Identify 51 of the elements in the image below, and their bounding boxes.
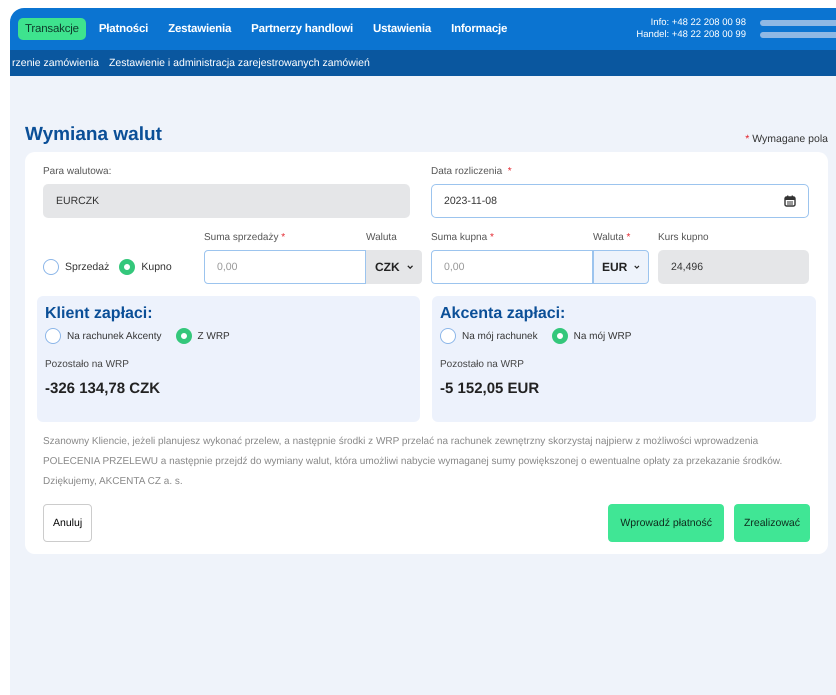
notice-text: Szanowny Kliencie, jeżeli planujesz wykonać przelew, a następnie środki z WRP przelać na rachunek zewnętrzny skorzystaj najpierw z możliwości wprowadzenia POLECENIA PRZELEWU a następnie przejdź do wymiany walut, która umożliwi nabycie wymaganej sumy powiększonej o ewentualne opłaty za przekazanie środków. Dziękujemy, AKCENTA CZ a. s. bbox=[43, 435, 784, 489]
radio-icon[interactable] bbox=[440, 328, 456, 344]
calendar-icon[interactable] bbox=[784, 195, 796, 207]
nav-tab[interactable]: Informacje bbox=[444, 18, 514, 40]
chevron-down-icon bbox=[634, 264, 640, 270]
panel-title: Klient zapłaci: bbox=[45, 305, 154, 323]
action-button[interactable]: Anuluj bbox=[43, 504, 92, 542]
buy-amount-field[interactable]: 0,00 bbox=[431, 250, 593, 284]
field-label: Para walutowa: bbox=[43, 166, 112, 179]
nav-tab[interactable]: Płatności bbox=[92, 18, 156, 40]
radio-option[interactable]: Na mój rachunek bbox=[440, 328, 538, 344]
nav-tab[interactable]: Transakcje bbox=[18, 18, 86, 40]
radio-option[interactable]: Na mój WRP bbox=[552, 328, 632, 344]
contact-phone: Handel: +48 22 208 00 99 bbox=[636, 29, 746, 41]
radio-option[interactable]: Sprzedaż bbox=[43, 259, 110, 275]
currency-select[interactable]: EUR bbox=[593, 250, 649, 284]
nav-tab[interactable]: Partnerzy handlowi bbox=[244, 18, 360, 40]
exchange-rate-field: 24,496 bbox=[658, 250, 809, 284]
radio-option[interactable]: Kupno bbox=[119, 259, 172, 275]
action-button[interactable]: Zrealizować bbox=[734, 504, 810, 542]
date-field[interactable]: 2023-11-08 bbox=[431, 184, 809, 218]
sub-nav-link[interactable]: rzenie zamówienia bbox=[12, 57, 99, 69]
field-label: Suma kupna * bbox=[431, 232, 495, 245]
radio-option[interactable]: Z WRP bbox=[176, 328, 230, 344]
field-label: Data rozliczenia * bbox=[431, 166, 513, 179]
action-button[interactable]: Wprowadź płatność bbox=[608, 504, 724, 542]
field-label: Suma sprzedaży * bbox=[204, 232, 286, 245]
nav-tab[interactable]: Ustawienia bbox=[366, 18, 438, 40]
sell-amount-field[interactable]: 0,00 bbox=[204, 250, 366, 284]
radio-icon[interactable] bbox=[43, 259, 59, 275]
required-fields-note: * Wymagane pola bbox=[745, 133, 828, 145]
radio-option[interactable]: Na rachunek Akcenty bbox=[45, 328, 162, 344]
sub-nav-link[interactable]: Zestawienie i administracja zarejestrowanych zamówień bbox=[108, 57, 370, 69]
balance-amount: -326 134,78 CZK bbox=[45, 380, 162, 397]
balance-label: Pozostało na WRP bbox=[45, 359, 130, 370]
radio-icon[interactable] bbox=[552, 328, 568, 344]
field-label: Waluta bbox=[366, 232, 398, 245]
currency-pair-field: EURCZK bbox=[43, 184, 410, 218]
page-title: Wymiana walut bbox=[25, 124, 162, 146]
radio-icon[interactable] bbox=[119, 259, 136, 275]
nav-tab[interactable]: Zestawienia bbox=[161, 18, 238, 40]
radio-icon[interactable] bbox=[176, 328, 192, 344]
balance-label: Pozostało na WRP bbox=[440, 359, 525, 370]
currency-select[interactable]: CZK bbox=[366, 250, 422, 284]
chevron-down-icon bbox=[406, 264, 413, 270]
field-label: Kurs kupno bbox=[658, 232, 710, 245]
field-label: Waluta * bbox=[593, 232, 632, 245]
balance-amount: -5 152,05 EUR bbox=[440, 380, 540, 397]
contact-phone: Info: +48 22 208 00 98 bbox=[650, 17, 746, 29]
radio-icon[interactable] bbox=[45, 328, 61, 344]
panel-title: Akcenta zapłaci: bbox=[440, 305, 566, 323]
